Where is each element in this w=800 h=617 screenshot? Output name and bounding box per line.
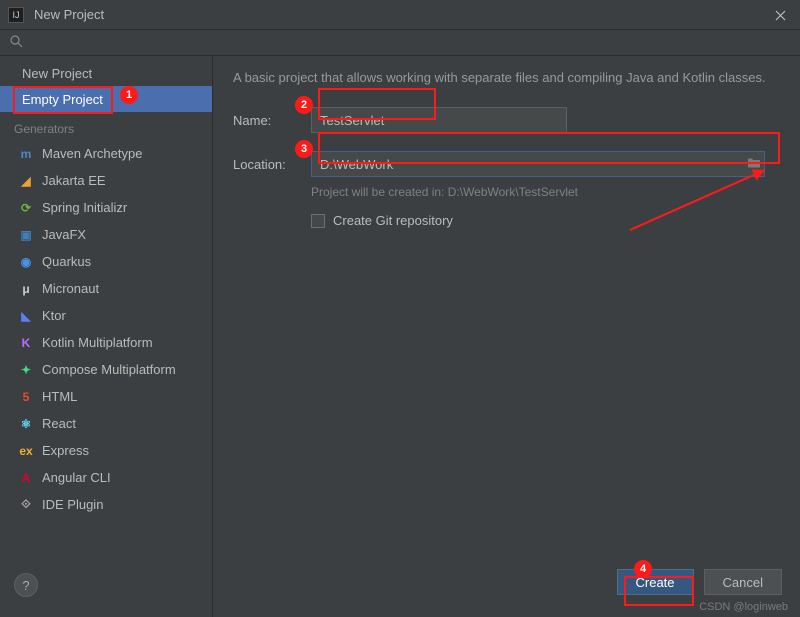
generator-label: Jakarta EE [42,173,106,188]
sidebar-generator-item[interactable]: ◢ Jakarta EE [0,167,212,194]
generator-label: Spring Initializr [42,200,127,215]
generator-label: Kotlin Multiplatform [42,335,153,350]
generator-icon: ◢ [18,173,34,189]
sidebar-generator-item[interactable]: ⟐ IDE Plugin [0,491,212,518]
location-input[interactable] [311,151,765,177]
sidebar-item-new-project[interactable]: New Project [0,60,212,86]
browse-folder-icon[interactable] [747,157,761,172]
generators-header: Generators [0,112,212,140]
sidebar-generator-item[interactable]: ◣ Ktor [0,302,212,329]
generator-icon: m [18,146,34,162]
sidebar-generator-item[interactable]: ⚛ React [0,410,212,437]
sidebar-generator-item[interactable]: ◉ Quarkus [0,248,212,275]
sidebar-generator-item[interactable]: K Kotlin Multiplatform [0,329,212,356]
git-checkbox[interactable] [311,214,325,228]
main-area: New Project Empty Project Generators m Ma… [0,56,800,617]
generator-icon: 5 [18,389,34,405]
generator-label: Angular CLI [42,470,111,485]
name-input[interactable] [311,107,567,133]
create-button[interactable]: Create [617,569,694,595]
git-label: Create Git repository [333,213,453,228]
sidebar-generator-item[interactable]: 5 HTML [0,383,212,410]
generator-label: HTML [42,389,77,404]
window-title: New Project [34,7,104,22]
location-hint: Project will be created in: D:\WebWork\T… [311,185,780,199]
sidebar-generator-item[interactable]: ▣ JavaFX [0,221,212,248]
generator-icon: ⚛ [18,416,34,432]
generator-icon: ◣ [18,308,34,324]
sidebar-generator-item[interactable]: A Angular CLI [0,464,212,491]
generator-label: Quarkus [42,254,91,269]
generator-icon: A [18,470,34,486]
generator-icon: ✦ [18,362,34,378]
generator-label: Express [42,443,89,458]
generator-label: Ktor [42,308,66,323]
generator-icon: K [18,335,34,351]
content-panel: A basic project that allows working with… [213,56,800,617]
project-description: A basic project that allows working with… [233,70,780,85]
generator-label: JavaFX [42,227,86,242]
generator-label: Compose Multiplatform [42,362,176,377]
watermark: CSDN @loginweb [699,601,788,613]
sidebar-generator-item[interactable]: ex Express [0,437,212,464]
cancel-button[interactable]: Cancel [704,569,782,595]
generator-icon: ⟳ [18,200,34,216]
search-bar[interactable] [0,30,800,56]
sidebar-generator-item[interactable]: m Maven Archetype [0,140,212,167]
generator-icon: ex [18,443,34,459]
location-label: Location: [233,157,311,172]
generator-icon: ▣ [18,227,34,243]
generator-label: IDE Plugin [42,497,103,512]
sidebar-generator-item[interactable]: μ Micronaut [0,275,212,302]
name-label: Name: [233,113,311,128]
close-button[interactable] [760,0,800,30]
dialog-buttons: Create Cancel [617,569,783,595]
generator-label: Micronaut [42,281,99,296]
titlebar: IJ New Project [0,0,800,30]
location-row: Location: [233,151,780,177]
name-row: Name: [233,107,780,133]
app-icon: IJ [8,7,24,23]
sidebar-item-empty-project[interactable]: Empty Project [0,86,212,112]
sidebar-generator-item[interactable]: ⟳ Spring Initializr [0,194,212,221]
generator-icon: ⟐ [18,497,34,513]
generator-label: Maven Archetype [42,146,142,161]
help-button[interactable]: ? [14,573,38,597]
git-row[interactable]: Create Git repository [311,213,780,228]
search-icon [10,35,23,51]
generator-label: React [42,416,76,431]
sidebar-item-label: New Project [22,66,92,81]
generator-icon: μ [18,281,34,297]
sidebar-generator-item[interactable]: ✦ Compose Multiplatform [0,356,212,383]
sidebar-item-label: Empty Project [22,92,103,107]
sidebar: New Project Empty Project Generators m Ma… [0,56,213,617]
generator-icon: ◉ [18,254,34,270]
